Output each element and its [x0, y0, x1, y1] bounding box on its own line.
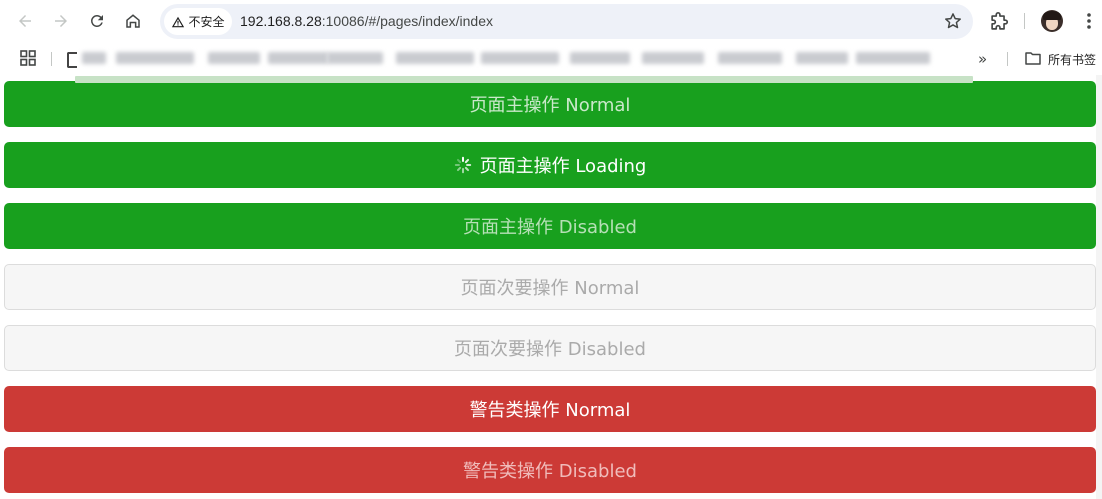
warn-normal-label: 警告类操作 Normal [469, 400, 631, 421]
menu-icon[interactable] [1080, 11, 1098, 31]
avatar-hair [1043, 11, 1061, 20]
toolbar-divider [1024, 13, 1025, 29]
primary-loading-label: 页面主操作 Loading [479, 156, 647, 177]
forward-button[interactable] [48, 8, 74, 34]
address-bar[interactable]: 不安全 192.168.8.28:10086/#/pages/index/ind… [160, 4, 973, 39]
forward-icon [55, 15, 67, 27]
bookmark-item-blurred[interactable] [796, 52, 848, 64]
apps-icon[interactable] [20, 50, 36, 66]
primary-disabled-button: 页面主操作 Disabled [4, 203, 1096, 249]
back-icon [19, 15, 31, 27]
bookmark-item-blurred[interactable] [481, 52, 559, 64]
bookmarks-divider [1007, 52, 1008, 66]
extensions-icon[interactable] [988, 11, 1010, 33]
folder-icon[interactable] [1025, 51, 1041, 65]
warn-normal-button[interactable]: 警告类操作 Normal [4, 386, 1096, 432]
warn-disabled-label: 警告类操作 Disabled [463, 461, 637, 482]
url-host: 192.168.8.28 [240, 13, 322, 29]
page-content: 页面主操作 Normal 页面主操作 Loading 页面主操作 Disable… [0, 75, 1102, 499]
bookmarks-overflow[interactable]: » [978, 50, 987, 68]
primary-disabled-label: 页面主操作 Disabled [463, 217, 637, 238]
home-button[interactable] [120, 8, 146, 34]
bookmark-favicon[interactable] [67, 52, 77, 68]
bookmark-item-blurred[interactable] [642, 52, 704, 64]
bookmark-item-blurred[interactable] [116, 52, 194, 64]
profile-avatar[interactable] [1041, 10, 1063, 32]
primary-normal-button[interactable]: 页面主操作 Normal [4, 81, 1096, 127]
bookmark-item-blurred[interactable] [396, 52, 474, 64]
page-scrollbar[interactable] [1096, 75, 1102, 499]
bookmark-item-blurred[interactable] [268, 52, 328, 64]
bookmark-star-icon[interactable] [943, 11, 963, 31]
reload-icon [90, 14, 103, 27]
all-bookmarks-label[interactable]: 所有书签 [1048, 51, 1096, 68]
secondary-normal-button[interactable]: 页面次要操作 Normal [4, 264, 1096, 310]
bookmark-item-blurred[interactable] [82, 52, 106, 64]
bookmark-item-blurred[interactable] [856, 52, 930, 64]
bookmark-item-blurred[interactable] [327, 52, 383, 64]
warning-icon [172, 16, 185, 27]
secondary-normal-label: 页面次要操作 Normal [460, 278, 640, 299]
secondary-disabled-label: 页面次要操作 Disabled [454, 339, 646, 360]
warn-disabled-button: 警告类操作 Disabled [4, 447, 1096, 493]
secondary-disabled-button: 页面次要操作 Disabled [4, 325, 1096, 371]
bookmark-item-blurred[interactable] [718, 52, 782, 64]
url-text[interactable]: 192.168.8.28:10086/#/pages/index/index [240, 13, 493, 29]
bookmark-item-blurred[interactable] [208, 52, 260, 64]
url-path: :10086/#/pages/index/index [321, 13, 493, 29]
reload-button[interactable] [84, 8, 110, 34]
back-button[interactable] [12, 8, 38, 34]
home-icon [126, 14, 140, 28]
bookmarks-divider [51, 52, 52, 66]
bookmarks-bar: » 所有书签 [0, 43, 1102, 75]
browser-toolbar: 不安全 192.168.8.28:10086/#/pages/index/ind… [0, 0, 1102, 43]
primary-loading-button[interactable]: 页面主操作 Loading [4, 142, 1096, 188]
primary-normal-label: 页面主操作 Normal [469, 95, 631, 116]
security-label: 不安全 [188, 15, 225, 29]
bookmark-item-blurred[interactable] [570, 52, 630, 64]
spinner-icon [454, 156, 471, 174]
security-chip[interactable]: 不安全 [164, 8, 232, 35]
page-load-progress [75, 76, 973, 83]
